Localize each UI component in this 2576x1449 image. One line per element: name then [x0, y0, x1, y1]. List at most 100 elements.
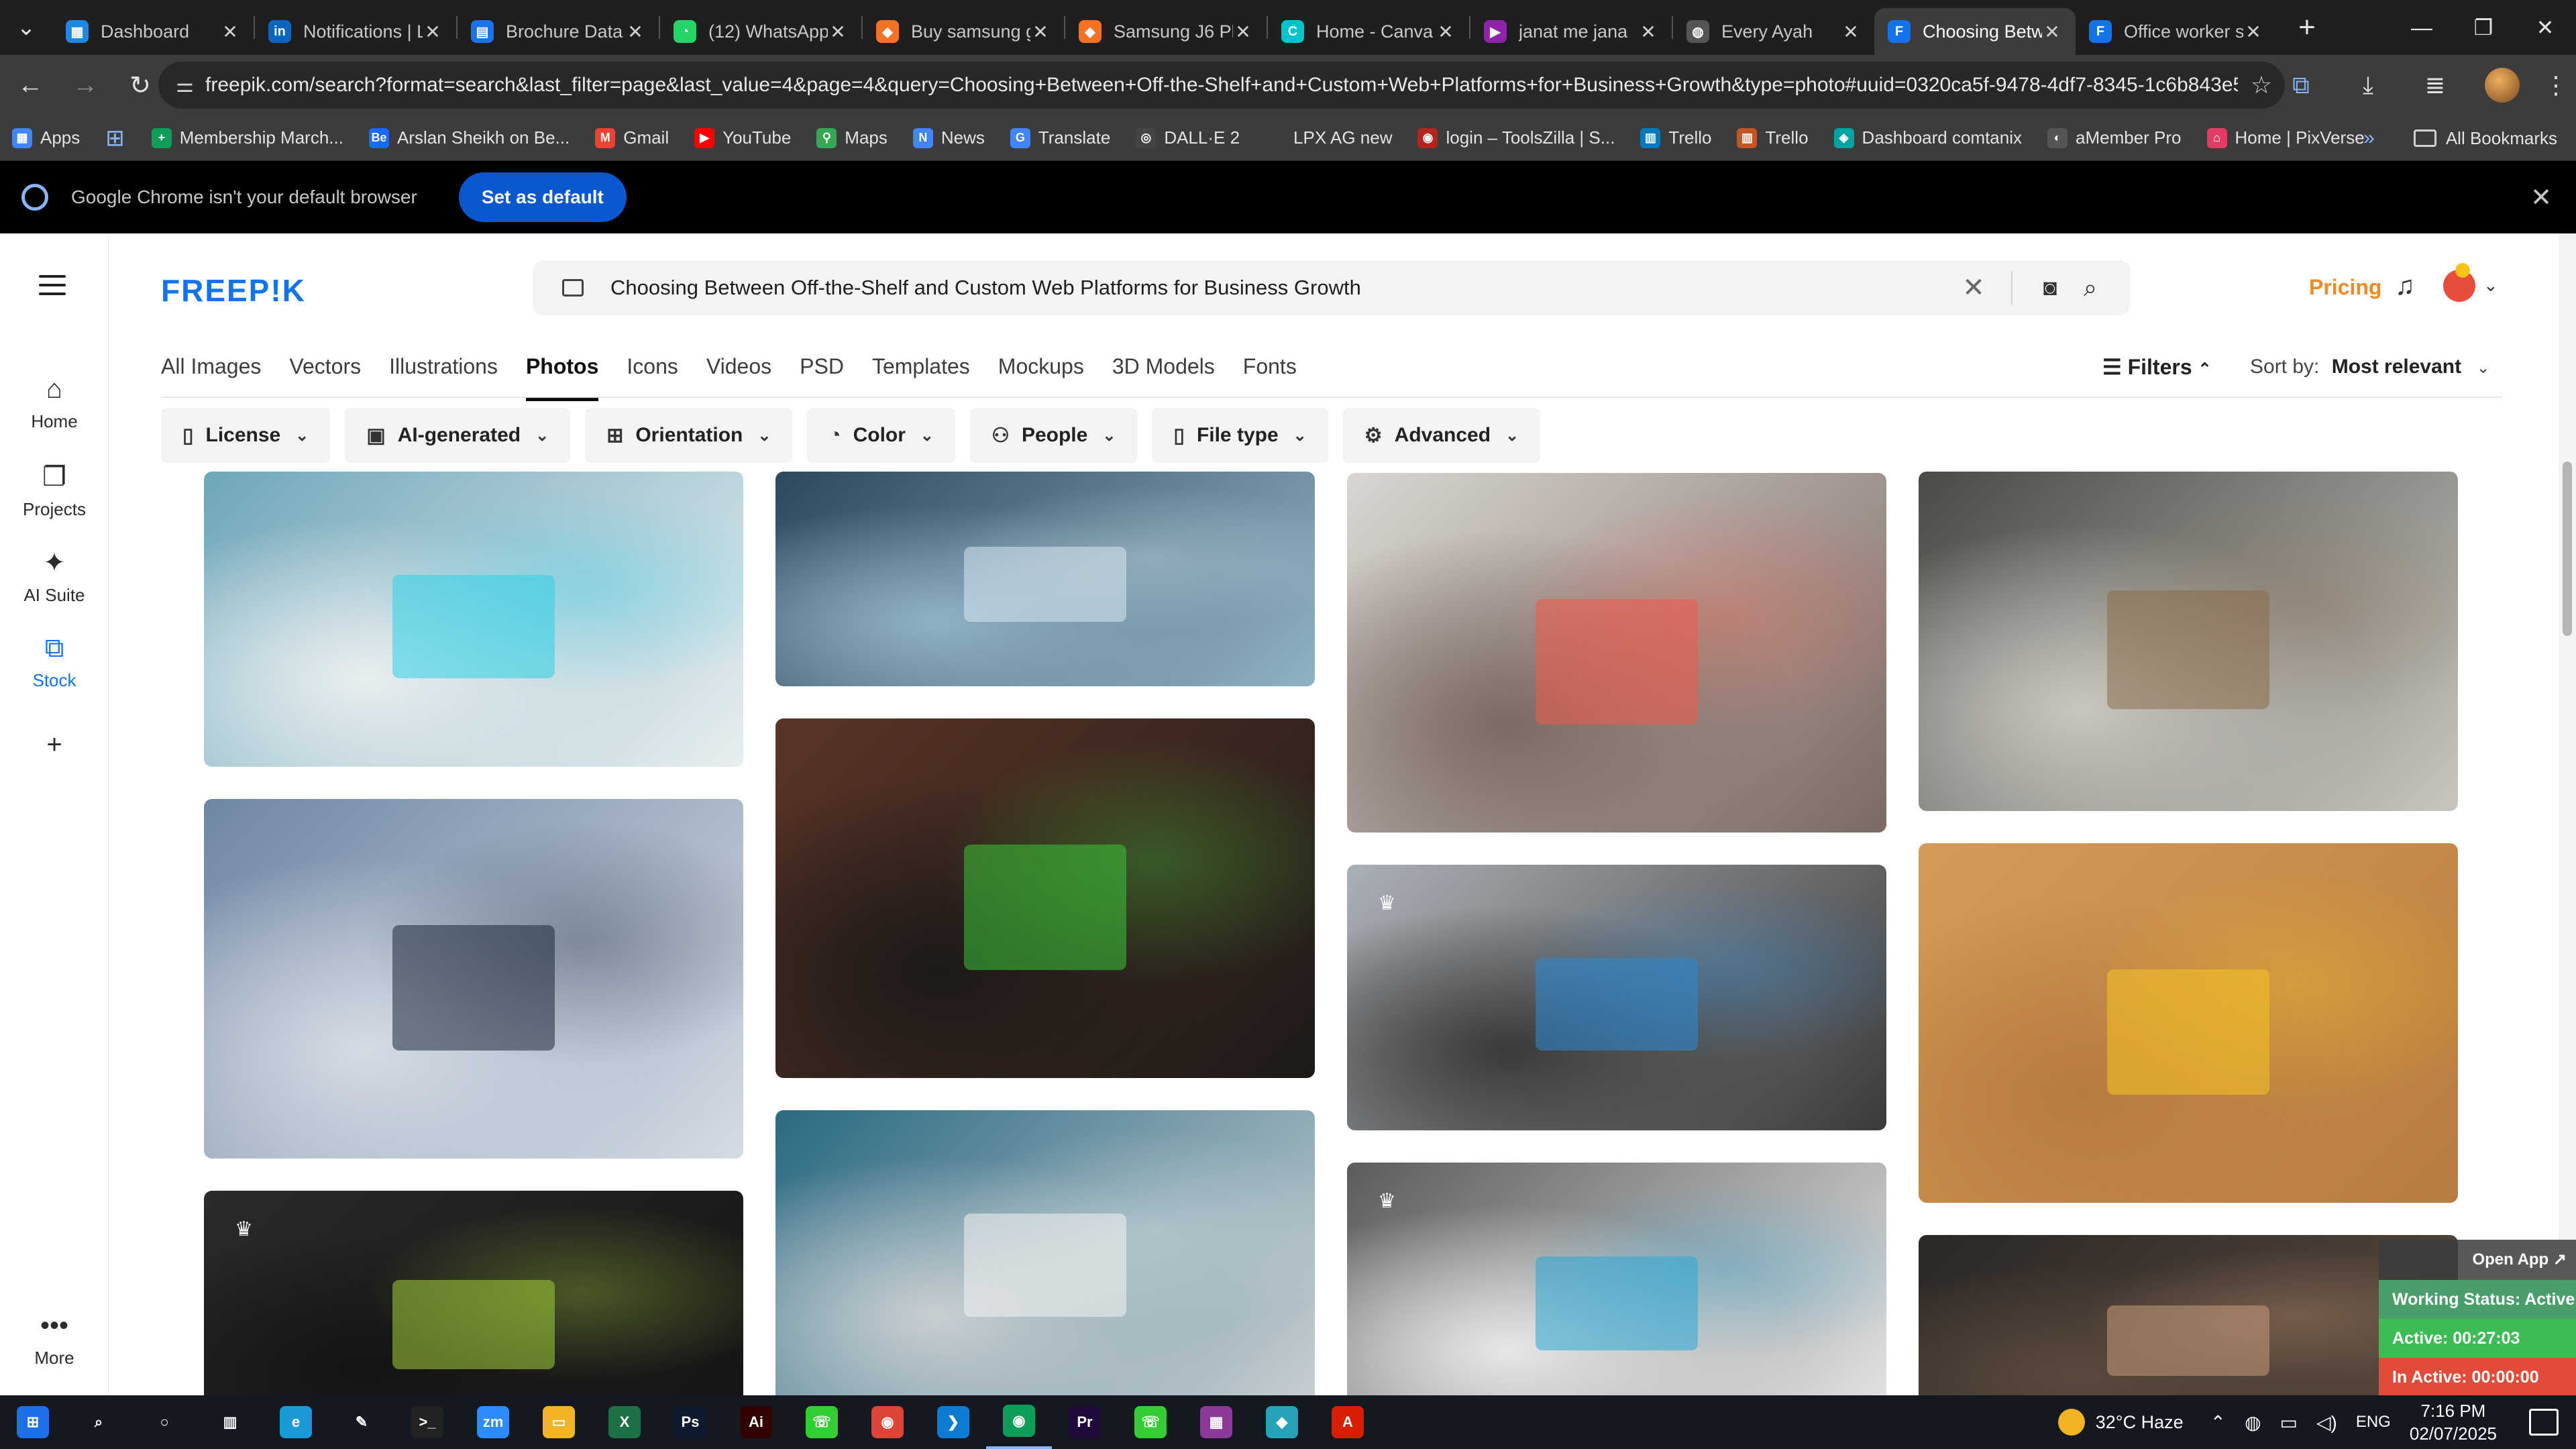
browser-tab[interactable]: C Home - Canva ✕	[1268, 8, 1469, 55]
close-icon[interactable]: ✕	[2530, 182, 2552, 213]
photo-detectives-evidence-board[interactable]: ♛	[204, 1191, 743, 1395]
excel-icon[interactable]: X	[592, 1395, 657, 1449]
download-icon[interactable]: ⤓	[2334, 55, 2402, 115]
bookmark-item[interactable]: ▶ YouTube	[694, 127, 791, 148]
open-app-button[interactable]: Open App ↗	[2379, 1240, 2576, 1280]
photo-woman-dark-cafe[interactable]	[1919, 1235, 2458, 1395]
tab-icons[interactable]: Icons	[627, 354, 678, 394]
profile-avatar[interactable]	[2469, 55, 2536, 115]
phone2-icon[interactable]: ☏	[1118, 1395, 1183, 1449]
tab-3d-models[interactable]: 3D Models	[1112, 354, 1215, 394]
photo-businessmen-globe[interactable]	[775, 472, 1315, 686]
bookmark-item[interactable]: ◐ aMember Pro	[2047, 127, 2182, 148]
tab-search-icon[interactable]: ⌄	[0, 0, 52, 55]
photo-man-laptop-charts[interactable]: ♛	[1347, 865, 1886, 1130]
bookmark-item[interactable]: M Gmail	[595, 127, 669, 148]
chrome-menu-icon[interactable]: ⋮	[2536, 55, 2576, 115]
extensions-icon[interactable]: ⧉	[2267, 55, 2334, 115]
pen-icon[interactable]: ✎	[329, 1395, 394, 1449]
search-bar[interactable]: Choosing Between Off-the-Shelf and Custo…	[533, 260, 2131, 315]
reload-icon[interactable]: ↻	[115, 60, 165, 110]
browser-tab[interactable]: in Notifications | LinkedIn✕	[255, 8, 456, 55]
filter-people[interactable]: ⚇ People ⌄	[970, 408, 1138, 463]
clear-search-icon[interactable]: ✕	[1953, 272, 1994, 303]
bookmark-item[interactable]: Be Arslan Sheikh on Be...	[368, 127, 570, 148]
weather-widget[interactable]: 32°C Haze	[2057, 1409, 2184, 1436]
search-icon[interactable]: ⌕	[2070, 274, 2110, 303]
bookmark-item[interactable]: ▥ Trello	[1640, 127, 1711, 148]
close-tab-icon[interactable]: ✕	[1233, 21, 1253, 43]
browser-tab[interactable]: F Choosing Between✕	[1874, 8, 2076, 55]
close-tab-icon[interactable]: ✕	[1436, 21, 1456, 43]
hamburger-menu-icon[interactable]	[39, 275, 66, 301]
tab-fonts[interactable]: Fonts	[1243, 354, 1297, 394]
close-tab-icon[interactable]: ✕	[625, 21, 645, 43]
browser-tab[interactable]: ▦ Dashboard ✕	[52, 8, 254, 55]
media-control-icon[interactable]: ≣	[2402, 55, 2469, 115]
close-tab-icon[interactable]: ✕	[2243, 21, 2263, 43]
bookmark-item[interactable]: G Translate	[1010, 127, 1110, 148]
volume-icon[interactable]: ◁)	[2316, 1411, 2337, 1434]
filter-advanced[interactable]: ⚙ Advanced ⌄	[1342, 408, 1541, 463]
back-icon[interactable]: ←	[5, 60, 55, 110]
tab-mockups[interactable]: Mockups	[998, 354, 1084, 394]
filter-license[interactable]: ▯ License ⌄	[161, 408, 331, 463]
photo-man-green-screen-phone[interactable]	[775, 718, 1315, 1078]
close-tab-icon[interactable]: ✕	[423, 21, 443, 43]
forward-icon[interactable]: →	[60, 60, 110, 110]
new-tab-button[interactable]: +	[2284, 4, 2330, 51]
bookmark-item[interactable]: LPX AG new	[1265, 127, 1392, 148]
tab-all-images[interactable]: All Images	[161, 354, 261, 394]
close-tab-icon[interactable]: ✕	[1030, 21, 1051, 43]
bookmark-item[interactable]: ▦ Apps	[12, 127, 80, 148]
task-view-icon[interactable]: ▥	[197, 1395, 263, 1449]
bookmark-item[interactable]: ⚲ Maps	[816, 127, 888, 148]
search-input[interactable]: Choosing Between Off-the-Shelf and Custo…	[610, 276, 1953, 300]
close-tab-icon[interactable]: ✕	[1638, 21, 1658, 43]
bookmark-item[interactable]: ◈ Dashboard comtanix	[1833, 127, 2022, 148]
tab-templates[interactable]: Templates	[872, 354, 970, 394]
chevron-down-icon[interactable]: ⌄	[2483, 275, 2498, 296]
language-indicator[interactable]: ENG	[2356, 1413, 2391, 1432]
site-info-icon[interactable]: ⚌	[176, 74, 205, 97]
browser-tab[interactable]: ◆ Samsung J6 Plus✕	[1065, 8, 1267, 55]
pricing-link[interactable]: Pricing	[2309, 275, 2381, 300]
url-text[interactable]: freepik.com/search?format=search&last_fi…	[205, 74, 2238, 97]
address-bar[interactable]: ⚌ freepik.com/search?format=search&last_…	[158, 62, 2285, 109]
browser-tab[interactable]: ◆ Buy samsung galaxy✕	[863, 8, 1064, 55]
tab-vectors[interactable]: Vectors	[289, 354, 361, 394]
filter-ai-generated[interactable]: ▣ AI-generated ⌄	[345, 408, 571, 463]
bookmark-item[interactable]: + Membership March...	[151, 127, 343, 148]
bookmark-item[interactable]: ⌂ Home | PixVerse	[2206, 127, 2365, 148]
close-tab-icon[interactable]: ✕	[2042, 21, 2062, 43]
sidebar-item-home[interactable]: ⌂ Home	[0, 374, 109, 432]
photo-tablet-sticker-desk[interactable]	[1919, 843, 2458, 1203]
photo-couple-tablet-blue-wall[interactable]	[775, 1110, 1315, 1395]
bookmark-item[interactable]: ◉ login – ToolsZilla | S...	[1417, 127, 1615, 148]
photo-team-reviewing-catalog[interactable]	[1347, 473, 1886, 833]
tray-chevron-icon[interactable]: ⌃	[2210, 1411, 2226, 1434]
photo-men-laptop-cafe[interactable]	[1919, 472, 2458, 811]
browser-tab[interactable]: ▤ Brochure Data ✕	[458, 8, 659, 55]
notification-center-icon[interactable]	[2529, 1409, 2559, 1436]
camera-search-icon[interactable]: ◙	[2030, 275, 2070, 301]
tab-groups-grid-icon[interactable]: ⊞	[105, 125, 125, 152]
restore-icon[interactable]: ❐	[2453, 0, 2514, 55]
tab-psd[interactable]: PSD	[800, 354, 844, 394]
all-bookmarks-button[interactable]: All Bookmarks	[2446, 128, 2557, 149]
filter-orientation[interactable]: ⊞ Orientation ⌄	[585, 408, 793, 463]
photo-laptop-pyramid-chart[interactable]: ♛	[1347, 1163, 1886, 1395]
page-scrollbar-thumb[interactable]	[2563, 462, 2572, 636]
bookmark-item[interactable]: ◎ DALL·E 2	[1136, 127, 1240, 148]
sort-dropdown[interactable]: Sort by: Most relevant ⌄	[2250, 356, 2490, 378]
filter-file-type[interactable]: ▯ File type ⌄	[1152, 408, 1328, 463]
photoshop-icon[interactable]: Ps	[657, 1395, 723, 1449]
chrome-active-icon[interactable]: ◉	[986, 1395, 1052, 1449]
winrar-icon[interactable]: ▦	[1183, 1395, 1249, 1449]
filters-toggle[interactable]: ☰ Filters ⌃	[2102, 354, 2212, 380]
meet-now-icon[interactable]: ◍	[2245, 1411, 2261, 1434]
browser-tab[interactable]: F Office worker stock✕	[2076, 8, 2277, 55]
close-tab-icon[interactable]: ✕	[220, 21, 240, 43]
tab-illustrations[interactable]: Illustrations	[389, 354, 498, 394]
browser-tab[interactable]: ◍ Every Ayah ✕	[1673, 8, 1874, 55]
